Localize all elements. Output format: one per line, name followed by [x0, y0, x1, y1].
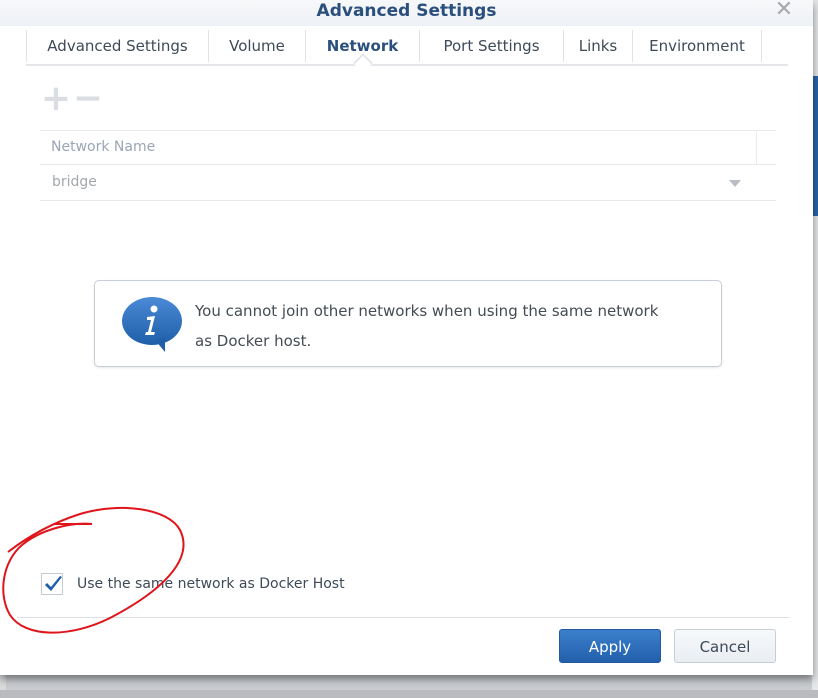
- column-divider: [756, 131, 757, 164]
- tab-network[interactable]: Network: [305, 30, 419, 62]
- dialog-title: Advanced Settings: [316, 1, 497, 21]
- same-network-checkbox-row[interactable]: Use the same network as Docker Host: [41, 572, 345, 596]
- advanced-settings-dialog: Advanced Settings ✕ Advanced Settings Vo…: [0, 0, 813, 675]
- footer-divider: [17, 617, 789, 618]
- info-message-text: You cannot join other networks when usin…: [195, 302, 659, 350]
- network-toolbar: + −: [40, 81, 104, 117]
- tab-links[interactable]: Links: [563, 30, 632, 62]
- same-network-checkbox[interactable]: [41, 573, 63, 595]
- grid-header: Network Name: [40, 130, 776, 165]
- table-row[interactable]: bridge: [40, 165, 776, 201]
- info-message-box: You cannot join other networks when usin…: [94, 280, 722, 367]
- column-header-network-name[interactable]: Network Name: [51, 131, 155, 164]
- cancel-button[interactable]: Cancel: [674, 629, 776, 663]
- tab-bar: Advanced Settings Volume Network Port Se…: [26, 30, 788, 66]
- title-bar[interactable]: Advanced Settings ✕: [0, 0, 813, 26]
- tab-port-settings[interactable]: Port Settings: [419, 30, 563, 62]
- minus-icon[interactable]: −: [72, 81, 104, 117]
- apply-button[interactable]: Apply: [559, 629, 661, 663]
- close-icon[interactable]: ✕: [772, 0, 796, 22]
- background-window-bottom: [0, 690, 818, 698]
- same-network-checkbox-label: Use the same network as Docker Host: [77, 576, 345, 592]
- network-grid: Network Name bridge: [40, 130, 776, 201]
- chevron-down-icon[interactable]: [729, 180, 741, 187]
- tab-advanced-settings[interactable]: Advanced Settings: [26, 30, 208, 62]
- checkmark-icon: [45, 576, 62, 591]
- info-icon: [122, 297, 182, 352]
- tab-environment[interactable]: Environment: [632, 30, 762, 62]
- tab-volume[interactable]: Volume: [208, 30, 305, 62]
- plus-icon[interactable]: +: [40, 81, 72, 117]
- network-name-cell: bridge: [52, 174, 97, 190]
